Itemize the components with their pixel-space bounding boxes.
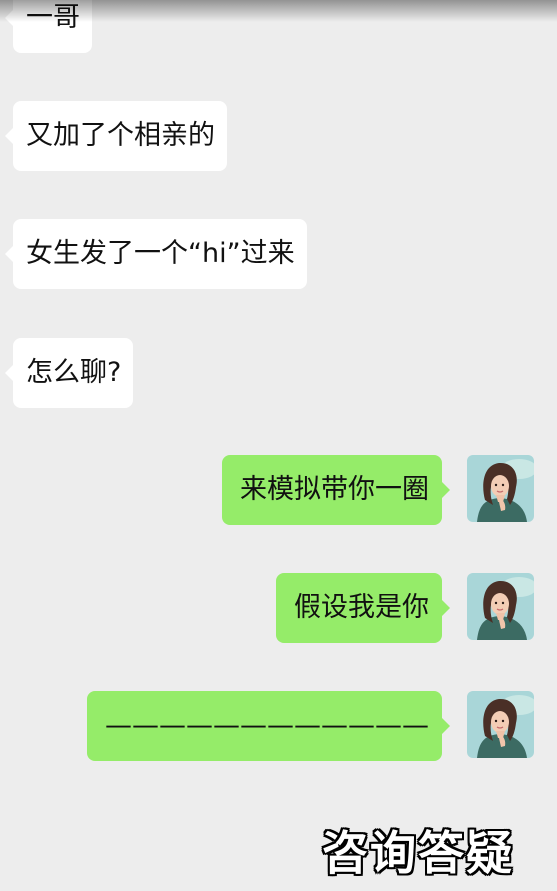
message-text: 女生发了一个“hi”过来	[26, 238, 295, 269]
message-text: 来模拟带你一圈	[240, 474, 429, 505]
message-bubble-outgoing[interactable]: 假设我是你	[276, 573, 450, 643]
message-text: 一哥	[26, 2, 80, 33]
message-bubble-incoming[interactable]: 又加了个相亲的	[5, 101, 227, 171]
user-avatar[interactable]	[467, 573, 534, 640]
message-text: ————————————	[105, 710, 429, 741]
message-bubble-outgoing[interactable]: ————————————	[87, 691, 450, 761]
message-text: 又加了个相亲的	[26, 120, 215, 151]
user-avatar[interactable]	[467, 455, 534, 522]
message-bubble-outgoing[interactable]: 来模拟带你一圈	[222, 455, 450, 525]
message-bubble-incoming[interactable]: 怎么聊?	[4, 338, 134, 408]
user-avatar[interactable]	[467, 691, 534, 758]
chat-screen: { "messages": [ {"side": "left", "text":…	[0, 0, 557, 891]
woman-portrait-avatar-icon	[467, 691, 534, 758]
woman-portrait-avatar-icon	[467, 455, 534, 522]
message-text: 怎么聊?	[26, 357, 122, 388]
woman-portrait-avatar-icon	[467, 573, 534, 640]
message-text: 假设我是你	[294, 592, 429, 623]
caption-overlay: 咨询答疑	[322, 826, 514, 880]
message-bubble-incoming[interactable]: 女生发了一个“hi”过来	[5, 219, 307, 289]
message-bubble-incoming[interactable]: 一哥	[5, 0, 92, 53]
